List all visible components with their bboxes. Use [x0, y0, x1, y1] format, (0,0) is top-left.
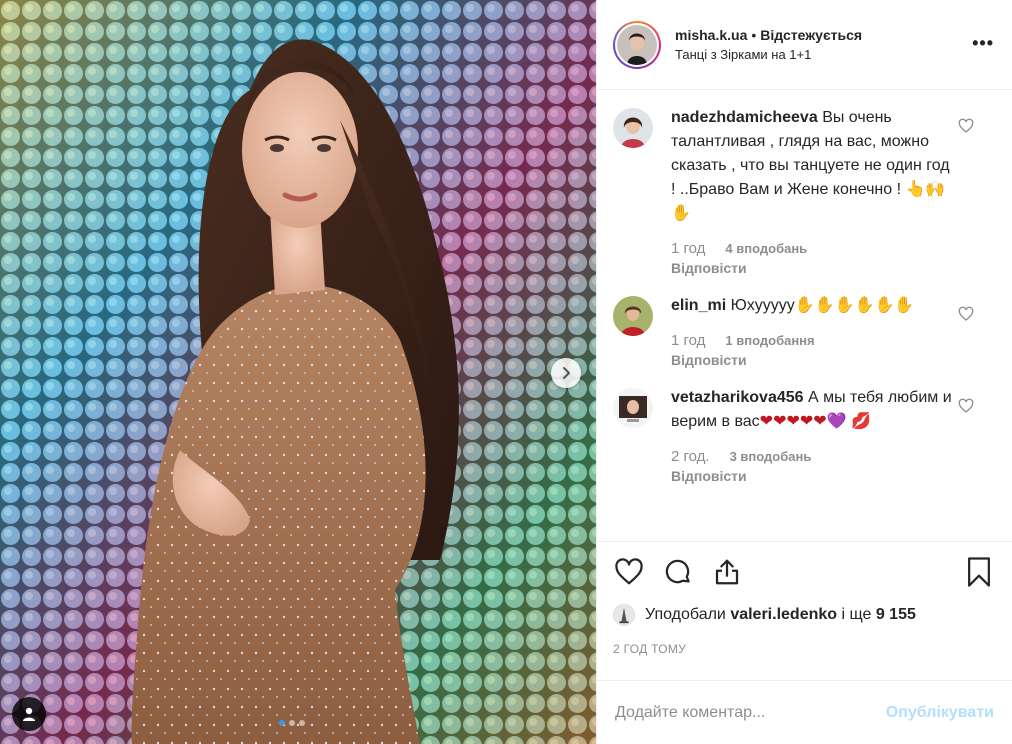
bookmark-icon: [968, 557, 990, 587]
user-tag-icon: [23, 707, 35, 721]
comment-input[interactable]: [615, 703, 886, 722]
follow-status-button[interactable]: Відстежується: [760, 27, 862, 43]
add-comment-bar: Опублікувати: [597, 680, 1012, 744]
comment-username-link[interactable]: elin_mi: [671, 297, 726, 314]
comment-time[interactable]: 1 год: [671, 332, 705, 349]
post-actions-area: Уподобали valeri.ledenko і ще 9 155 2 ГО…: [597, 541, 1012, 660]
carousel-next-button[interactable]: [551, 358, 581, 388]
likes-count-link[interactable]: 9 155: [876, 606, 916, 624]
reply-button[interactable]: Відповісти: [671, 468, 953, 484]
carousel-dot: [299, 720, 305, 726]
share-button[interactable]: [711, 556, 743, 588]
comment-time[interactable]: 2 год.: [671, 448, 710, 465]
author-avatar-image: [617, 24, 657, 65]
commenter-avatar[interactable]: [613, 296, 653, 336]
comment-emoji: ❤❤❤❤❤💜 💋: [759, 413, 871, 430]
likes-summary: Уподобали valeri.ledenko і ще 9 155: [613, 602, 996, 628]
publish-button[interactable]: Опублікувати: [886, 704, 994, 722]
carousel-indicator: [279, 720, 305, 726]
comment-heart-icon[interactable]: [958, 118, 974, 134]
chevron-right-icon: [563, 367, 570, 379]
action-bar: [613, 542, 996, 602]
post-header: misha.k.ua • Відстежується Танці з Зірками…: [597, 0, 1012, 90]
comment-time[interactable]: 1 год: [671, 240, 705, 257]
post-photo[interactable]: [0, 0, 596, 744]
comment-emoji: ✋✋✋✋✋✋: [794, 297, 915, 314]
likes-prefix: Уподобали: [645, 606, 726, 623]
commenter-avatar[interactable]: [613, 108, 653, 148]
location-link[interactable]: Танці з Зірками на 1+1: [675, 45, 862, 65]
comment-item: elin_mi Юхууууу✋✋✋✋✋✋ 1 год 1 вподобання…: [613, 294, 996, 368]
comment-icon: [665, 559, 690, 584]
reply-button[interactable]: Відповісти: [671, 352, 953, 368]
comment-heart-icon[interactable]: [958, 306, 974, 322]
comment-text: Юхууууу: [730, 297, 795, 314]
likes-middle: і ще: [841, 606, 872, 623]
carousel-dot: [289, 720, 295, 726]
comment-username-link[interactable]: vetazharikova456: [671, 389, 804, 406]
comments-list[interactable]: nadezhdamicheeva Вы очень талантливая , …: [597, 90, 1012, 541]
post-media[interactable]: [0, 0, 596, 744]
author-username-link[interactable]: misha.k.ua: [675, 27, 747, 43]
post-sidebar: misha.k.ua • Відстежується Танці з Зірками…: [596, 0, 1012, 744]
liker-avatar[interactable]: [613, 604, 635, 626]
header-separator: •: [751, 26, 757, 43]
reply-button[interactable]: Відповісти: [671, 260, 953, 276]
author-avatar[interactable]: [613, 20, 661, 69]
comment-heart-icon[interactable]: [958, 398, 974, 414]
comment-item: nadezhdamicheeva Вы очень талантливая , …: [613, 106, 996, 276]
like-button[interactable]: [613, 556, 645, 588]
comment-item: vetazharikova456 А мы тебя любим и верим…: [613, 386, 996, 484]
more-dots-icon: •••: [972, 33, 994, 53]
comment-button[interactable]: [662, 556, 694, 588]
tagged-users-button[interactable]: [12, 697, 46, 731]
comment-likes-link[interactable]: 4 вподобань: [725, 241, 807, 256]
comment-likes-link[interactable]: 3 вподобань: [730, 449, 812, 464]
liker-username-link[interactable]: valeri.ledenko: [730, 606, 837, 624]
save-button[interactable]: [964, 556, 994, 588]
comment-username-link[interactable]: nadezhdamicheeva: [671, 109, 818, 126]
instagram-post: misha.k.ua • Відстежується Танці з Зірками…: [0, 0, 1012, 744]
comment-likes-link[interactable]: 1 вподобання: [725, 333, 814, 348]
commenter-avatar[interactable]: [613, 388, 653, 428]
more-options-button[interactable]: •••: [972, 33, 994, 53]
heart-icon: [615, 558, 643, 585]
carousel-dot: [279, 720, 285, 726]
share-icon: [715, 559, 739, 585]
post-timestamp[interactable]: 2 ГОД ТОМУ: [613, 642, 996, 660]
